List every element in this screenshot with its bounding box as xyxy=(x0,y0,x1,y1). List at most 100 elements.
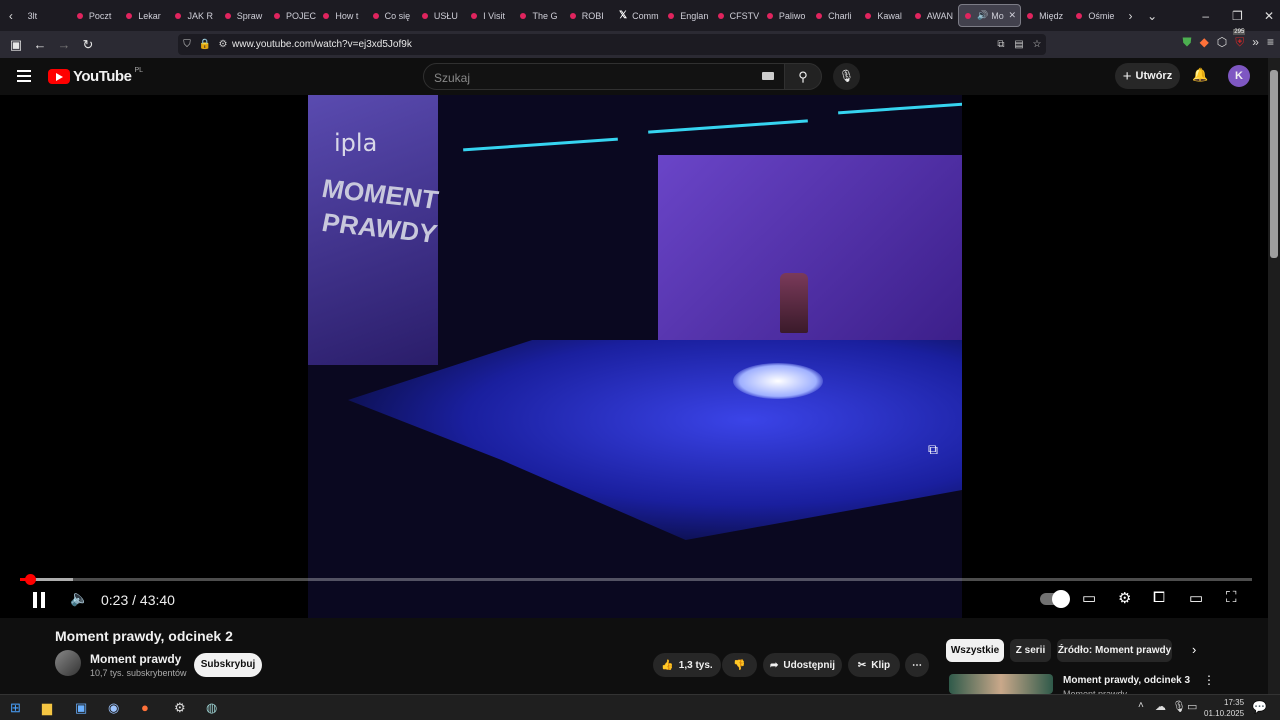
close-window-icon[interactable]: ✕ xyxy=(1258,9,1280,23)
like-button[interactable]: 👍 1,3 tys. xyxy=(653,653,721,677)
subtitles-icon[interactable]: ▭ xyxy=(1082,589,1096,607)
channel-name[interactable]: Moment prawdy xyxy=(90,652,181,666)
menu-icon[interactable]: ≡ xyxy=(1267,35,1274,50)
file-explorer-icon[interactable]: ▆ xyxy=(42,700,52,716)
browser-tab[interactable]: JAK R xyxy=(169,4,218,27)
network-icon[interactable]: ▭ xyxy=(1187,700,1197,713)
browser-tab[interactable]: POJEC xyxy=(268,4,317,27)
back-icon[interactable]: ← xyxy=(28,37,52,52)
list-tabs-icon[interactable]: ⌄ xyxy=(1141,9,1163,23)
browser-tab[interactable]: Spraw xyxy=(219,4,268,27)
browser-tab[interactable]: Lekar xyxy=(120,4,169,27)
chip-all[interactable]: Wszystkie xyxy=(946,639,1004,662)
bookmark-star-icon[interactable]: ☆ xyxy=(1028,39,1046,50)
more-actions-button[interactable]: ⋯ xyxy=(905,653,929,677)
sidebar-toggle-icon[interactable]: ▣ xyxy=(4,37,28,53)
browser-tab[interactable]: Międz xyxy=(1021,4,1070,27)
video-player[interactable]: ipla MOMENT PRAWDY ⧉ 🔈 0:23 / 43:40 ▭ ⚙ ⧠… xyxy=(0,95,1268,618)
browser-tab[interactable]: USŁU xyxy=(416,4,465,27)
share-button[interactable]: ➦ Udostępnij xyxy=(763,653,842,677)
page-scrollbar[interactable] xyxy=(1268,58,1280,700)
monitor-app-icon[interactable]: ▣ xyxy=(75,700,87,716)
restore-icon[interactable]: ❐ xyxy=(1227,9,1249,23)
browser-tab[interactable]: AWAN xyxy=(909,4,958,27)
tab-scroll-right-icon[interactable]: › xyxy=(1120,9,1142,23)
browser-tab[interactable]: Poczt xyxy=(71,4,120,27)
notifications-icon[interactable]: 💬 xyxy=(1252,700,1267,714)
microphone-tray-icon[interactable]: 🎙 xyxy=(1172,700,1186,713)
subscribe-button[interactable]: Subskrybuj xyxy=(194,653,262,677)
pause-button[interactable] xyxy=(32,592,46,608)
browser-tab[interactable]: Paliwo xyxy=(761,4,810,27)
lock-icon[interactable]: 🔒 xyxy=(196,39,214,50)
extensions-icon[interactable]: ⬡ xyxy=(1217,35,1227,50)
minimize-icon[interactable]: – xyxy=(1195,9,1217,23)
notifications-bell-icon[interactable]: 🔔 xyxy=(1192,67,1208,83)
browser-tab[interactable]: How t xyxy=(317,4,366,27)
autoplay-toggle[interactable] xyxy=(1040,590,1070,608)
reader-view-icon[interactable]: ▤ xyxy=(1010,39,1028,50)
app-icon[interactable]: ◍ xyxy=(206,700,217,716)
tray-chevron-icon[interactable]: ˄ xyxy=(1138,700,1144,711)
related-video-menu-icon[interactable]: ⋮ xyxy=(1203,673,1215,687)
browser-tab[interactable]: 𝕏 Comm xyxy=(613,4,662,27)
related-video-title[interactable]: Moment prawdy, odcinek 3 xyxy=(1063,675,1190,686)
shield-icon[interactable]: ⛉ xyxy=(178,39,196,50)
dislike-button[interactable]: 👎 xyxy=(722,653,757,677)
chip-series[interactable]: Z serii xyxy=(1010,639,1051,662)
chip-source[interactable]: Źródło: Moment prawdy xyxy=(1057,639,1172,662)
browser-tab[interactable]: 3lt xyxy=(22,4,71,27)
tab-scroll-left-icon[interactable]: ‹ xyxy=(0,9,22,23)
settings-gear-icon[interactable]: ⚙ xyxy=(174,700,186,716)
browser-tab[interactable]: CFSTV xyxy=(712,4,761,27)
fullscreen-icon[interactable]: ⛶ xyxy=(1226,589,1237,606)
firefox-icon[interactable]: ● xyxy=(141,700,149,715)
chips-next-icon[interactable]: › xyxy=(1192,642,1196,657)
browser-tab[interactable]: Charli xyxy=(810,4,859,27)
picture-in-picture-icon[interactable]: ⧉ xyxy=(992,39,1010,50)
related-video-thumbnail[interactable] xyxy=(949,674,1053,694)
browser-tab[interactable]: Englan xyxy=(662,4,711,27)
browser-tab[interactable]: ROBI xyxy=(564,4,613,27)
browser-tab[interactable]: Ośmie xyxy=(1070,4,1119,27)
browser-tab-active[interactable]: 🔊 Mo ✕ xyxy=(957,4,1022,27)
keyboard-icon[interactable] xyxy=(762,72,774,80)
theater-mode-icon[interactable]: ▭ xyxy=(1189,589,1203,607)
channel-avatar[interactable] xyxy=(55,650,81,676)
voice-search-button[interactable]: 🎙 xyxy=(833,63,860,90)
youtube-logo[interactable]: YouTube PL xyxy=(48,67,143,85)
browser-tab[interactable]: Co się xyxy=(367,4,416,27)
scrubber-handle[interactable] xyxy=(25,574,37,585)
scrollbar-thumb[interactable] xyxy=(1270,70,1278,258)
progress-bar[interactable] xyxy=(20,574,1252,585)
create-button[interactable]: + Utwórz xyxy=(1115,63,1180,89)
steam-icon[interactable]: ◉ xyxy=(108,700,119,716)
vpn-shield-icon[interactable]: ⛊ xyxy=(1183,35,1192,50)
settings-gear-icon[interactable]: ⚙ xyxy=(1118,589,1131,607)
address-bar[interactable]: ⛉ 🔒 ⚙ www.youtube.com/watch?v=ej3xd5Jof9… xyxy=(178,34,1046,55)
extension-fox-icon[interactable]: ◆ xyxy=(1200,35,1209,50)
ublock-icon[interactable]: ⛨ 295 xyxy=(1233,29,1246,50)
browser-tab[interactable]: The G xyxy=(514,4,563,27)
miniplayer-overlay-icon[interactable]: ⧉ xyxy=(928,441,938,458)
browser-tab[interactable]: I Visit xyxy=(465,4,514,27)
taskbar-clock[interactable]: 17:35 01.10.2025 xyxy=(1204,697,1244,719)
search-input[interactable]: Szukaj xyxy=(423,63,786,90)
clip-button[interactable]: ✂ Klip xyxy=(848,653,900,677)
studio-floor xyxy=(348,340,962,540)
browser-tab[interactable]: Kawal xyxy=(859,4,908,27)
url-text[interactable]: www.youtube.com/watch?v=ej3xd5Jof9k xyxy=(232,39,412,50)
volume-icon[interactable]: 🔈 xyxy=(70,589,89,607)
forward-icon[interactable]: → xyxy=(52,37,76,52)
overflow-chevron-icon[interactable]: » xyxy=(1252,35,1259,50)
account-avatar[interactable]: K xyxy=(1228,65,1250,87)
reload-icon[interactable]: ↻ xyxy=(76,37,100,53)
windows-start-icon[interactable]: ⊞ xyxy=(10,700,21,716)
hamburger-menu-icon[interactable] xyxy=(17,70,31,85)
search-button[interactable]: ⚲ xyxy=(784,63,822,90)
miniplayer-icon[interactable]: ⧠ xyxy=(1153,589,1165,606)
onedrive-cloud-icon[interactable]: ☁ xyxy=(1155,700,1166,713)
speaker-icon[interactable]: 🔊 xyxy=(977,10,988,21)
permissions-icon[interactable]: ⚙ xyxy=(214,39,232,50)
close-tab-icon[interactable]: ✕ xyxy=(1009,10,1017,21)
